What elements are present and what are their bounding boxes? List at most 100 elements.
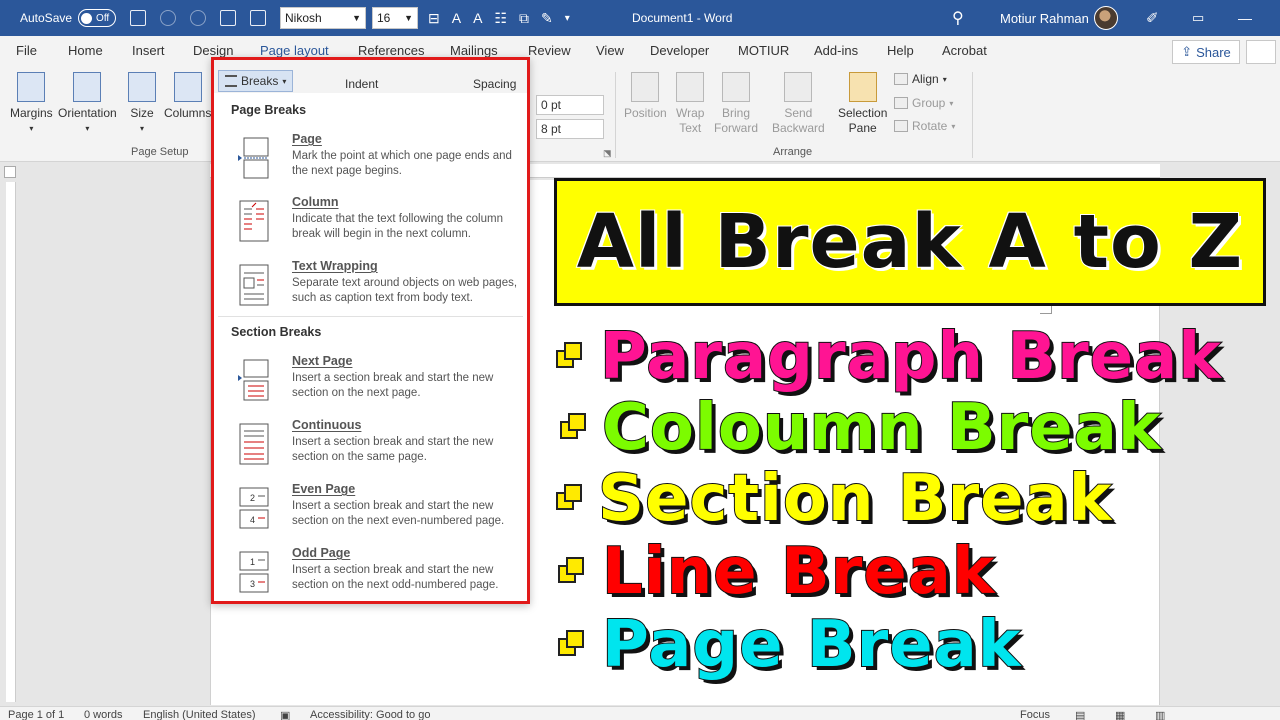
ribbon-tabs: File Home Insert Design Page layout Refe…: [0, 36, 1280, 66]
tab-add-ins[interactable]: Add-ins: [814, 43, 858, 58]
break-option-page[interactable]: Page Mark the point at which one page en…: [214, 132, 527, 192]
autosave-toggle[interactable]: Off: [78, 9, 117, 27]
search-icon[interactable]: ⚲: [952, 0, 964, 36]
document-icon[interactable]: [130, 10, 146, 26]
shrink-font-icon[interactable]: A: [473, 10, 482, 26]
svg-text:1: 1: [250, 557, 255, 567]
language-status[interactable]: English (United States): [143, 709, 256, 720]
margins-button[interactable]: Margins ▾: [10, 72, 53, 136]
bullet-icon: [558, 557, 588, 587]
send-backward-button[interactable]: Send Backward: [772, 72, 825, 136]
tab-help[interactable]: Help: [887, 43, 914, 58]
paragraph-dialog-launcher-icon[interactable]: ⬔: [603, 148, 612, 159]
minimize-icon[interactable]: —: [1238, 0, 1252, 36]
tab-acrobat[interactable]: Acrobat: [942, 43, 987, 58]
tab-home[interactable]: Home: [68, 43, 103, 58]
section-breaks-heading: Section Breaks: [231, 325, 322, 339]
promo-item-coloumn-break: Coloumn Break: [560, 392, 1161, 464]
share-button[interactable]: ⇪ Share: [1172, 40, 1240, 64]
orientation-button[interactable]: Orientation ▾: [58, 72, 117, 136]
tab-developer[interactable]: Developer: [650, 43, 709, 58]
paint-icon[interactable]: ✎: [541, 10, 553, 27]
font-name-select[interactable]: Nikosh ▼: [280, 7, 366, 29]
svg-text:2: 2: [250, 493, 255, 503]
accessibility-status[interactable]: Accessibility: Good to go: [310, 709, 430, 720]
column-break-icon: [239, 200, 269, 242]
page-setup-group-label: Page Setup: [131, 146, 189, 158]
align-button[interactable]: Align ▾: [894, 72, 947, 86]
tab-references[interactable]: References: [358, 43, 424, 58]
numbering-icon[interactable]: ☷: [494, 10, 507, 27]
position-button[interactable]: Position: [624, 72, 667, 121]
ribbon-display-icon[interactable]: ▭: [1192, 0, 1204, 36]
redo-icon[interactable]: [190, 10, 206, 26]
orientation-icon: [73, 72, 102, 102]
group-icon: [894, 97, 908, 109]
promo-item-paragraph-break: Paragraph Break: [556, 321, 1222, 393]
tab-insert[interactable]: Insert: [132, 43, 165, 58]
odd-page-icon: 1 3: [239, 551, 269, 593]
columns-button[interactable]: Columns: [164, 72, 211, 121]
tab-selector[interactable]: [4, 166, 16, 178]
break-option-next-page[interactable]: Next Page Insert a section break and sta…: [214, 354, 527, 414]
next-page-icon: [238, 359, 269, 401]
tab-file[interactable]: File: [16, 43, 37, 58]
autosave[interactable]: AutoSave Off: [20, 0, 117, 36]
tab-mailings[interactable]: Mailings: [450, 43, 498, 58]
copy-icon[interactable]: ⧉: [519, 10, 529, 27]
avatar[interactable]: [1094, 6, 1118, 30]
vertical-ruler[interactable]: [6, 182, 16, 702]
user-name[interactable]: Motiur Rahman: [1000, 0, 1089, 36]
size-button[interactable]: Size ▾: [128, 72, 156, 136]
position-icon: [631, 72, 660, 102]
customize-qat-icon[interactable]: ▾: [565, 13, 570, 24]
breaks-dropdown: Breaks ▾ Indent Spacing Page Breaks Page …: [211, 57, 530, 604]
breaks-button[interactable]: Breaks ▾: [218, 70, 294, 92]
tab-motiur[interactable]: MOTIUR: [738, 43, 789, 58]
text-wrapping-icon: [239, 264, 269, 306]
word-count[interactable]: 0 words: [84, 709, 123, 720]
document-title: Document1 - Word: [632, 11, 733, 25]
spacing-after-input[interactable]: 8 pt: [536, 119, 604, 139]
break-option-continuous[interactable]: Continuous Insert a section break and st…: [214, 418, 527, 478]
group-button[interactable]: Group ▾: [894, 96, 953, 110]
arrange-group-label: Arrange: [773, 146, 813, 158]
break-option-text-wrapping[interactable]: Text Wrapping Separate text around objec…: [214, 259, 527, 319]
save-icon[interactable]: [220, 10, 236, 26]
wrap-text-button[interactable]: Wrap Text: [676, 72, 704, 136]
print-layout-icon[interactable]: ▦: [1115, 709, 1125, 720]
proofing-icon[interactable]: ▣: [280, 709, 290, 720]
ribbon: Margins ▾ Orientation ▾ Size ▾ Columns Page…: [0, 66, 1280, 162]
breaks-dropdown-header: Breaks ▾ Indent Spacing: [214, 60, 527, 93]
tab-design[interactable]: Design: [193, 43, 233, 58]
focus-button[interactable]: Focus: [1020, 709, 1050, 720]
format-icon[interactable]: ⊟: [428, 10, 440, 27]
break-option-even-page[interactable]: 2 4 Even Page Insert a section break and…: [214, 482, 527, 542]
grow-font-icon[interactable]: A: [452, 10, 461, 26]
tab-view[interactable]: View: [596, 43, 624, 58]
indent-label: Indent: [345, 77, 379, 91]
tab-review[interactable]: Review: [528, 43, 571, 58]
break-option-column[interactable]: Column Indicate that the text following …: [214, 195, 527, 255]
pen-icon[interactable]: ✐: [1146, 0, 1159, 36]
font-size-select[interactable]: 16 ▼: [372, 7, 418, 29]
comments-button[interactable]: [1246, 40, 1276, 64]
send-backward-icon: [784, 72, 813, 102]
tab-page-layout[interactable]: Page layout: [260, 43, 329, 64]
break-option-odd-page[interactable]: 1 3 Odd Page Insert a section break and …: [214, 546, 527, 606]
share-icon: ⇪: [1181, 44, 1193, 59]
undo-icon[interactable]: [160, 10, 176, 26]
promo-item-section-break: Section Break: [556, 463, 1112, 535]
read-mode-icon[interactable]: ▤: [1075, 709, 1085, 720]
page-break-icon: [238, 137, 269, 179]
selection-pane-button[interactable]: Selection Pane: [838, 72, 887, 136]
page-count[interactable]: Page 1 of 1: [8, 709, 64, 720]
web-layout-icon[interactable]: ▥: [1155, 709, 1165, 720]
svg-text:4: 4: [250, 515, 255, 525]
new-document-icon[interactable]: [250, 10, 266, 26]
even-page-icon: 2 4: [239, 487, 269, 529]
bring-forward-button[interactable]: Bring Forward: [714, 72, 758, 136]
rotate-button[interactable]: Rotate ▾: [894, 119, 955, 133]
spacing-before-input[interactable]: 0 pt: [536, 95, 604, 115]
spacing-label: Spacing: [473, 77, 517, 91]
